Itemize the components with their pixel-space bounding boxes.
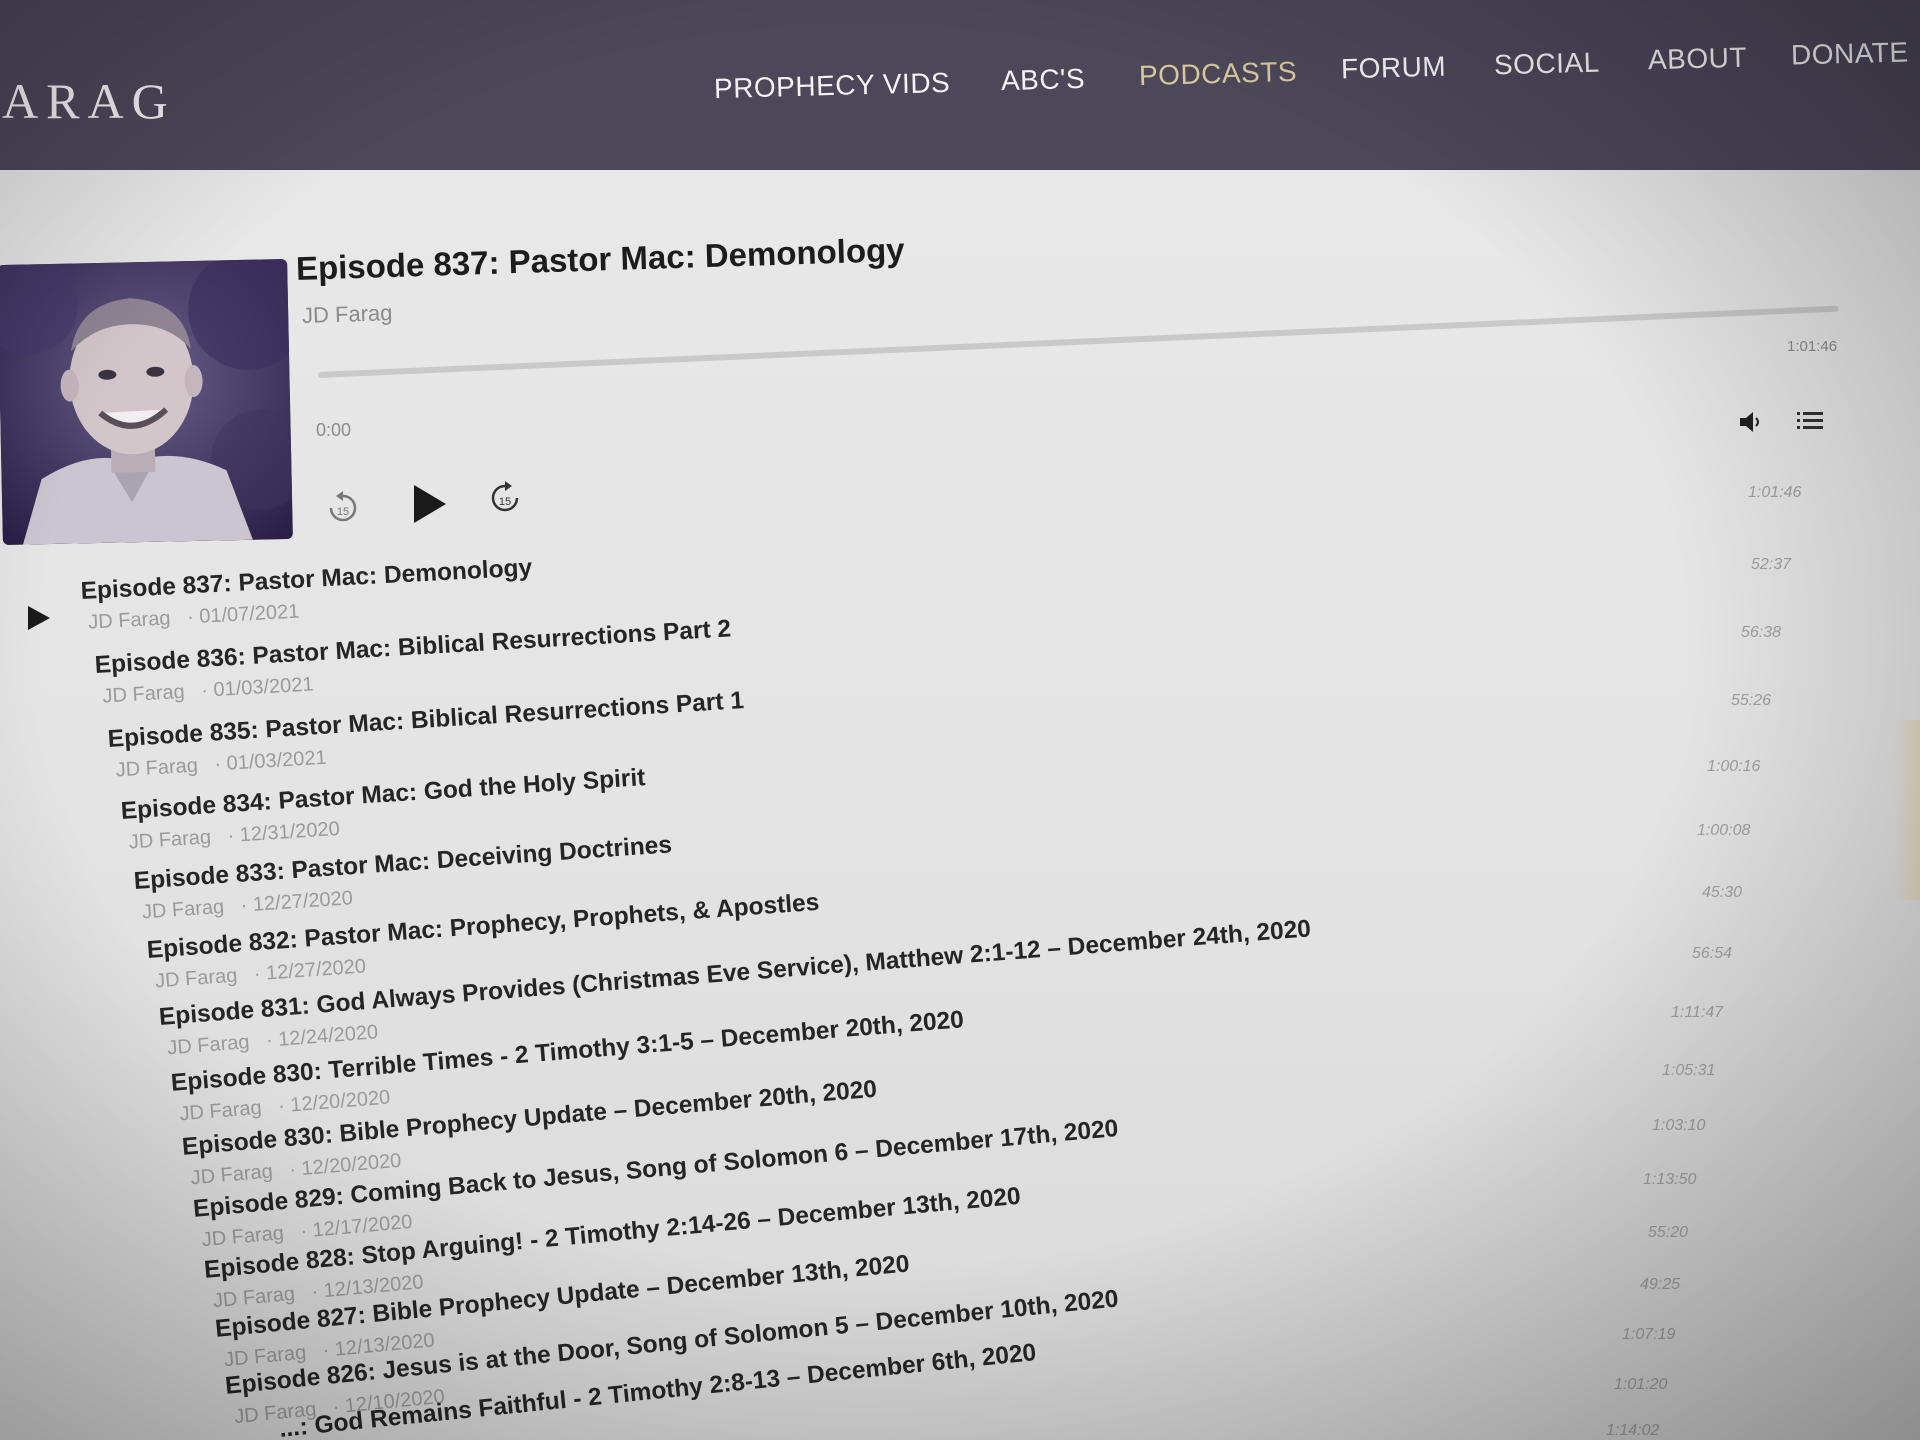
episode-date: · 12/27/2020 bbox=[239, 887, 354, 917]
episode-duration: 56:54 bbox=[1692, 945, 1733, 962]
episode-date: · 01/07/2021 bbox=[186, 600, 300, 629]
episode-duration: 1:00:08 bbox=[1697, 822, 1751, 839]
episode-list: Episode 837: Pastor Mac: Demonology JD F… bbox=[0, 0, 1920, 1440]
episode-duration: 1:14:02 bbox=[1606, 1422, 1660, 1439]
episode-artist: JD Farag bbox=[128, 826, 212, 854]
episode-date: · 12/20/2020 bbox=[277, 1086, 392, 1118]
episode-date: · 01/03/2021 bbox=[200, 673, 315, 702]
episode-duration: 1:11:47 bbox=[1671, 1004, 1724, 1021]
episode-duration: 55:20 bbox=[1648, 1224, 1689, 1241]
episode-title[interactable]: Episode 837: Pastor Mac: Demonology bbox=[80, 554, 533, 606]
episode-date: · 12/31/2020 bbox=[226, 817, 341, 848]
episode-artist: JD Farag bbox=[166, 1031, 251, 1060]
episode-duration: 1:01:20 bbox=[1614, 1376, 1668, 1393]
episode-date: · 12/24/2020 bbox=[265, 1021, 379, 1052]
episode-duration: 1:03:10 bbox=[1652, 1117, 1706, 1134]
screen: ARAG PROPHECY VIDS ABC'S PODCASTS FORUM … bbox=[0, 0, 1920, 1440]
episode-artist: JD Farag bbox=[212, 1282, 296, 1313]
episode-duration: 1:01:46 bbox=[1748, 484, 1802, 501]
episode-duration: 1:13:50 bbox=[1643, 1171, 1697, 1188]
episode-date: · 12/17/2020 bbox=[299, 1210, 414, 1243]
episode-duration: 56:38 bbox=[1741, 624, 1782, 641]
episode-meta: JD Farag · 01/03/2021 bbox=[115, 747, 327, 783]
episode-artist: JD Farag bbox=[154, 964, 239, 993]
episode-artist: JD Farag bbox=[87, 607, 172, 634]
episode-artist: JD Farag bbox=[189, 1160, 274, 1190]
episode-artist: JD Farag bbox=[200, 1222, 285, 1252]
episode-duration: 1:00:16 bbox=[1707, 758, 1761, 775]
episode-duration: 1:05:31 bbox=[1662, 1062, 1716, 1079]
episode-artist: JD Farag bbox=[101, 680, 186, 708]
episode-duration: 49:25 bbox=[1640, 1276, 1681, 1293]
episode-date: · 12/20/2020 bbox=[288, 1149, 403, 1182]
episode-duration: 1:07:19 bbox=[1622, 1326, 1676, 1343]
episode-date: · 01/03/2021 bbox=[213, 746, 328, 776]
episode-artist: JD Farag bbox=[141, 895, 225, 924]
episode-artist: JD Farag bbox=[178, 1096, 263, 1126]
episode-meta: JD Farag · 01/03/2021 bbox=[102, 673, 314, 708]
episode-duration: 55:26 bbox=[1731, 692, 1772, 709]
screen-glare bbox=[1894, 720, 1920, 900]
episode-duration: 52:37 bbox=[1751, 556, 1792, 573]
episode-artist: JD Farag bbox=[115, 754, 199, 782]
episode-meta: JD Farag · 01/07/2021 bbox=[88, 601, 300, 635]
episode-duration: 45:30 bbox=[1702, 884, 1743, 901]
episode-date: · 12/27/2020 bbox=[253, 955, 367, 986]
